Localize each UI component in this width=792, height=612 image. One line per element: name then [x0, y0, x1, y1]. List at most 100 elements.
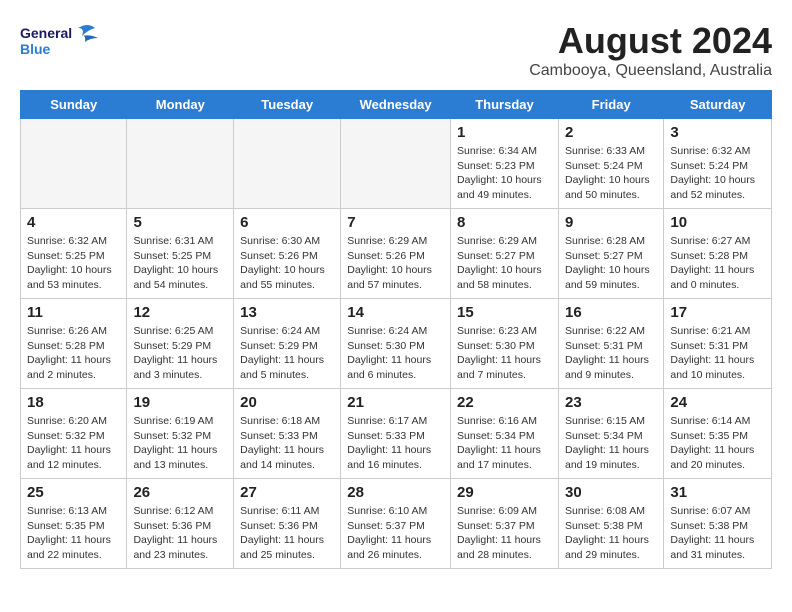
day-number: 22: [457, 394, 552, 411]
day-number: 4: [27, 214, 120, 231]
location-title: Cambooya, Queensland, Australia: [529, 62, 772, 80]
calendar-cell: 8 Sunrise: 6:29 AM Sunset: 5:27 PM Daylig…: [451, 209, 559, 299]
calendar-cell: 26Sunrise: 6:12 AM Sunset: 5:36 PM Dayli…: [127, 479, 234, 569]
day-number: 12: [133, 304, 227, 321]
calendar-cell: 5 Sunrise: 6:31 AM Sunset: 5:25 PM Daylig…: [127, 209, 234, 299]
calendar-cell: 4 Sunrise: 6:32 AM Sunset: 5:25 PM Daylig…: [21, 209, 127, 299]
day-number: 30: [565, 484, 657, 501]
cell-daylight-text: Sunrise: 6:16 AM Sunset: 5:34 PM Dayligh…: [457, 414, 552, 473]
cell-daylight-text: Sunrise: 6:19 AM Sunset: 5:32 PM Dayligh…: [133, 414, 227, 473]
calendar-header-row: SundayMondayTuesdayWednesdayThursdayFrid…: [21, 91, 772, 119]
day-header-sunday: Sunday: [21, 91, 127, 119]
calendar-cell: 23 Sunrise: 6:15 AM Sunset: 5:34 PM Dayli…: [558, 389, 663, 479]
calendar-week-1: 1Sunrise: 6:34 AM Sunset: 5:23 PM Daylig…: [21, 119, 772, 209]
day-number: 8: [457, 214, 552, 231]
day-number: 11: [27, 304, 120, 321]
day-number: 19: [133, 394, 227, 411]
cell-daylight-text: Sunrise: 6:24 AM Sunset: 5:30 PM Dayligh…: [347, 324, 444, 383]
day-number: 20: [240, 394, 334, 411]
calendar-cell: 13 Sunrise: 6:24 AM Sunset: 5:29 PM Dayli…: [234, 299, 341, 389]
calendar-cell: 17 Sunrise: 6:21 AM Sunset: 5:31 PM Dayli…: [664, 299, 772, 389]
cell-daylight-text: Sunrise: 6:09 AM Sunset: 5:37 PM Dayligh…: [457, 504, 552, 563]
day-number: 7: [347, 214, 444, 231]
calendar-cell: 22 Sunrise: 6:16 AM Sunset: 5:34 PM Dayli…: [451, 389, 559, 479]
logo: General Blue: [20, 20, 100, 65]
day-header-tuesday: Tuesday: [234, 91, 341, 119]
svg-text:Blue: Blue: [20, 41, 51, 57]
day-number: 15: [457, 304, 552, 321]
day-number: 21: [347, 394, 444, 411]
day-number: 16: [565, 304, 657, 321]
calendar-cell: 28Sunrise: 6:10 AM Sunset: 5:37 PM Dayli…: [341, 479, 451, 569]
calendar-cell: 19 Sunrise: 6:19 AM Sunset: 5:32 PM Dayli…: [127, 389, 234, 479]
cell-daylight-text: Sunrise: 6:29 AM Sunset: 5:27 PM Dayligh…: [457, 234, 552, 293]
calendar-cell: [234, 119, 341, 209]
calendar-cell: [127, 119, 234, 209]
day-number: 31: [670, 484, 765, 501]
calendar-cell: [341, 119, 451, 209]
calendar-cell: 14Sunrise: 6:24 AM Sunset: 5:30 PM Dayli…: [341, 299, 451, 389]
month-title: August 2024: [529, 20, 772, 62]
cell-daylight-text: Sunrise: 6:23 AM Sunset: 5:30 PM Dayligh…: [457, 324, 552, 383]
calendar-cell: 7Sunrise: 6:29 AM Sunset: 5:26 PM Daylig…: [341, 209, 451, 299]
cell-daylight-text: Sunrise: 6:26 AM Sunset: 5:28 PM Dayligh…: [27, 324, 120, 383]
cell-daylight-text: Sunrise: 6:15 AM Sunset: 5:34 PM Dayligh…: [565, 414, 657, 473]
cell-daylight-text: Sunrise: 6:17 AM Sunset: 5:33 PM Dayligh…: [347, 414, 444, 473]
cell-daylight-text: Sunrise: 6:33 AM Sunset: 5:24 PM Dayligh…: [565, 144, 657, 203]
cell-daylight-text: Sunrise: 6:20 AM Sunset: 5:32 PM Dayligh…: [27, 414, 120, 473]
day-number: 17: [670, 304, 765, 321]
calendar-week-4: 18Sunrise: 6:20 AM Sunset: 5:32 PM Dayli…: [21, 389, 772, 479]
calendar-cell: 15 Sunrise: 6:23 AM Sunset: 5:30 PM Dayli…: [451, 299, 559, 389]
day-header-monday: Monday: [127, 91, 234, 119]
calendar-cell: 27Sunrise: 6:11 AM Sunset: 5:36 PM Dayli…: [234, 479, 341, 569]
calendar-cell: 18Sunrise: 6:20 AM Sunset: 5:32 PM Dayli…: [21, 389, 127, 479]
cell-daylight-text: Sunrise: 6:10 AM Sunset: 5:37 PM Dayligh…: [347, 504, 444, 563]
svg-text:General: General: [20, 25, 72, 41]
calendar-cell: 1Sunrise: 6:34 AM Sunset: 5:23 PM Daylig…: [451, 119, 559, 209]
cell-daylight-text: Sunrise: 6:18 AM Sunset: 5:33 PM Dayligh…: [240, 414, 334, 473]
day-header-friday: Friday: [558, 91, 663, 119]
day-number: 13: [240, 304, 334, 321]
day-number: 27: [240, 484, 334, 501]
day-number: 23: [565, 394, 657, 411]
cell-daylight-text: Sunrise: 6:13 AM Sunset: 5:35 PM Dayligh…: [27, 504, 120, 563]
calendar-cell: 25Sunrise: 6:13 AM Sunset: 5:35 PM Dayli…: [21, 479, 127, 569]
day-number: 24: [670, 394, 765, 411]
cell-daylight-text: Sunrise: 6:25 AM Sunset: 5:29 PM Dayligh…: [133, 324, 227, 383]
day-number: 10: [670, 214, 765, 231]
day-number: 3: [670, 124, 765, 141]
day-number: 29: [457, 484, 552, 501]
cell-daylight-text: Sunrise: 6:31 AM Sunset: 5:25 PM Dayligh…: [133, 234, 227, 293]
day-header-saturday: Saturday: [664, 91, 772, 119]
day-number: 26: [133, 484, 227, 501]
cell-daylight-text: Sunrise: 6:32 AM Sunset: 5:25 PM Dayligh…: [27, 234, 120, 293]
calendar-cell: 6Sunrise: 6:30 AM Sunset: 5:26 PM Daylig…: [234, 209, 341, 299]
day-number: 1: [457, 124, 552, 141]
header: General Blue August 2024 Cambooya, Queen…: [20, 20, 772, 80]
calendar-cell: 9 Sunrise: 6:28 AM Sunset: 5:27 PM Daylig…: [558, 209, 663, 299]
cell-daylight-text: Sunrise: 6:22 AM Sunset: 5:31 PM Dayligh…: [565, 324, 657, 383]
calendar-cell: 24Sunrise: 6:14 AM Sunset: 5:35 PM Dayli…: [664, 389, 772, 479]
calendar-cell: 30 Sunrise: 6:08 AM Sunset: 5:38 PM Dayli…: [558, 479, 663, 569]
day-header-thursday: Thursday: [451, 91, 559, 119]
logo-icon: General Blue: [20, 20, 100, 65]
title-block: August 2024 Cambooya, Queensland, Austra…: [529, 20, 772, 80]
cell-daylight-text: Sunrise: 6:07 AM Sunset: 5:38 PM Dayligh…: [670, 504, 765, 563]
calendar-cell: 10Sunrise: 6:27 AM Sunset: 5:28 PM Dayli…: [664, 209, 772, 299]
calendar-cell: 12 Sunrise: 6:25 AM Sunset: 5:29 PM Dayli…: [127, 299, 234, 389]
calendar-week-5: 25Sunrise: 6:13 AM Sunset: 5:35 PM Dayli…: [21, 479, 772, 569]
day-number: 2: [565, 124, 657, 141]
cell-daylight-text: Sunrise: 6:08 AM Sunset: 5:38 PM Dayligh…: [565, 504, 657, 563]
cell-daylight-text: Sunrise: 6:28 AM Sunset: 5:27 PM Dayligh…: [565, 234, 657, 293]
calendar-cell: 20 Sunrise: 6:18 AM Sunset: 5:33 PM Dayli…: [234, 389, 341, 479]
cell-daylight-text: Sunrise: 6:21 AM Sunset: 5:31 PM Dayligh…: [670, 324, 765, 383]
calendar-cell: 21 Sunrise: 6:17 AM Sunset: 5:33 PM Dayli…: [341, 389, 451, 479]
cell-daylight-text: Sunrise: 6:30 AM Sunset: 5:26 PM Dayligh…: [240, 234, 334, 293]
day-header-wednesday: Wednesday: [341, 91, 451, 119]
calendar-week-3: 11 Sunrise: 6:26 AM Sunset: 5:28 PM Dayli…: [21, 299, 772, 389]
calendar-cell: 29 Sunrise: 6:09 AM Sunset: 5:37 PM Dayli…: [451, 479, 559, 569]
calendar-cell: 16 Sunrise: 6:22 AM Sunset: 5:31 PM Dayli…: [558, 299, 663, 389]
day-number: 9: [565, 214, 657, 231]
cell-daylight-text: Sunrise: 6:24 AM Sunset: 5:29 PM Dayligh…: [240, 324, 334, 383]
day-number: 5: [133, 214, 227, 231]
